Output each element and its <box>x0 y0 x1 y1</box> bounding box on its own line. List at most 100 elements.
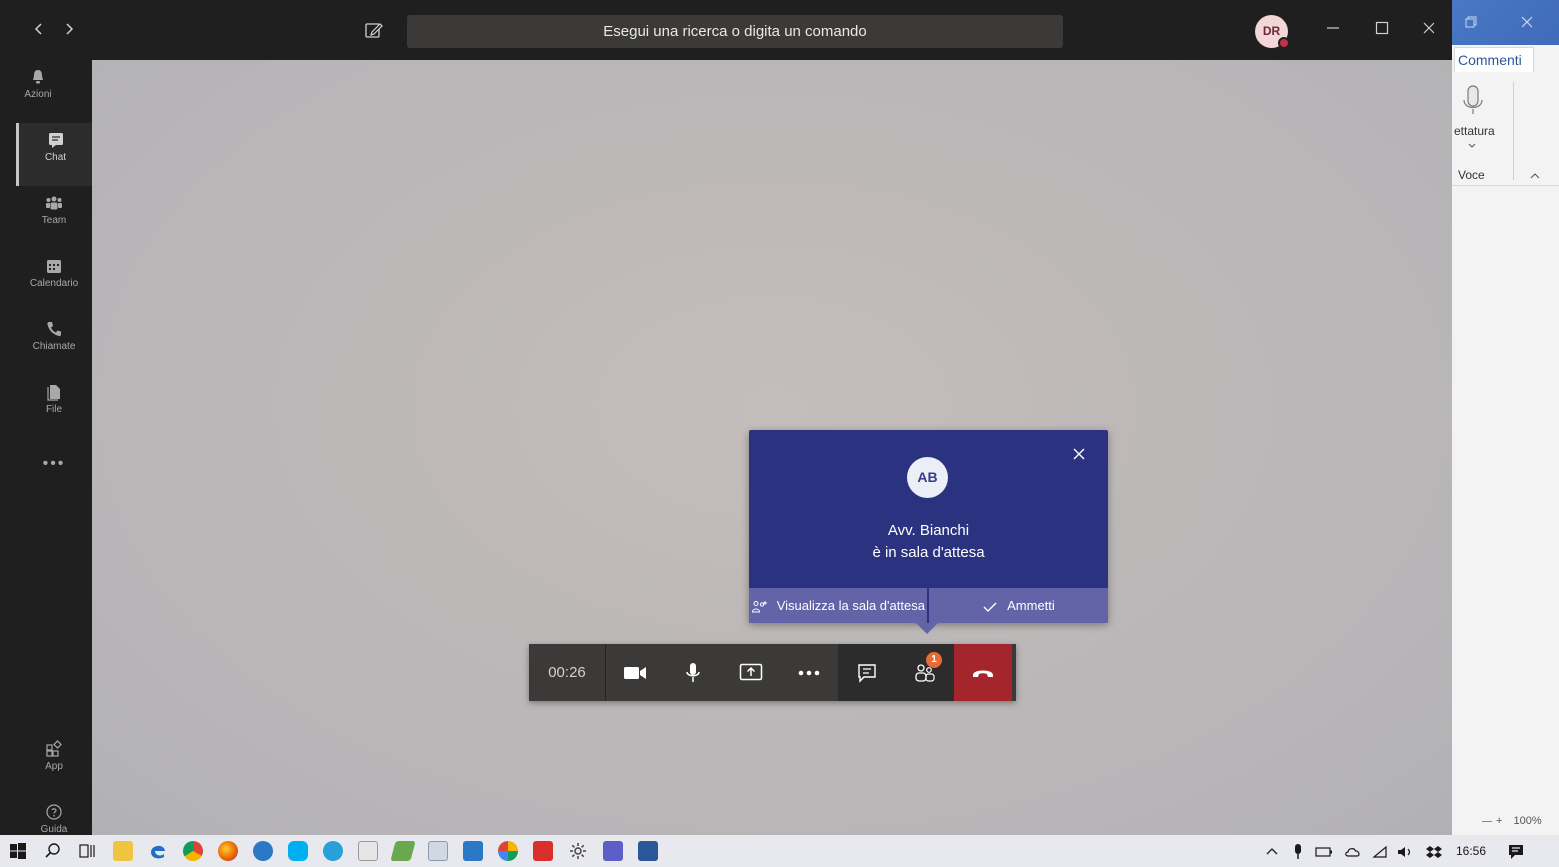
teams-screen: Esegui una ricerca o digita un comando D… <box>0 0 1559 867</box>
rail-item-chat[interactable]: Chat <box>16 123 92 186</box>
word-restore-button[interactable] <box>1460 12 1482 34</box>
rail-item-guida[interactable]: Guida <box>16 795 92 835</box>
chat-bubble-icon <box>858 663 876 683</box>
skype-icon[interactable] <box>288 841 308 861</box>
app-icon-blue[interactable] <box>463 841 483 861</box>
collapse-ribbon-button[interactable] <box>1530 168 1540 182</box>
back-button[interactable] <box>29 22 49 42</box>
zoom-slider-track[interactable] <box>1482 820 1492 822</box>
video-camera-icon <box>624 666 646 679</box>
rail-item-file[interactable]: File <box>16 375 92 438</box>
photos-icon[interactable] <box>498 841 518 861</box>
rail-item-team[interactable]: Team <box>16 186 92 249</box>
firefox-icon[interactable] <box>218 841 238 861</box>
chrome-icon[interactable] <box>183 841 203 861</box>
view-lobby-button[interactable]: Visualizza la sala d'attesa <box>749 588 929 623</box>
battery-icon[interactable] <box>1315 835 1333 867</box>
zoom-in-button[interactable]: + <box>1496 815 1502 827</box>
ribbon-group-label: Voce <box>1458 168 1485 182</box>
maximize-icon <box>1375 21 1389 35</box>
rail-item-label: App <box>45 761 63 772</box>
telegram-icon[interactable] <box>323 841 343 861</box>
admit-label: Ammetti <box>1007 598 1055 613</box>
rail-item-chiamate[interactable]: Chiamate <box>16 312 92 375</box>
status-busy-icon <box>1278 37 1290 49</box>
participant-status: è in sala d'attesa <box>872 544 985 561</box>
search-button[interactable] <box>43 841 63 861</box>
clock[interactable]: 16:56 <box>1456 835 1486 867</box>
onedrive-icon[interactable] <box>1344 835 1362 867</box>
rail-item-calendario[interactable]: Calendario <box>16 249 92 312</box>
rail-item-label: Chiamate <box>32 341 76 352</box>
participants-badge: 1 <box>926 652 942 668</box>
rail-item-label: Team <box>41 215 67 226</box>
notification-icon <box>1509 844 1523 859</box>
start-button[interactable] <box>8 841 28 861</box>
more-apps-button[interactable]: ••• <box>16 455 92 473</box>
camera-button[interactable] <box>606 644 664 701</box>
more-actions-button[interactable] <box>780 644 838 701</box>
volume-icon[interactable] <box>1396 835 1414 867</box>
close-window-button[interactable] <box>1416 18 1442 44</box>
teams-icon[interactable] <box>603 841 623 861</box>
microphone-button[interactable] <box>664 644 722 701</box>
word-window-sliver: Commenti ettatura Voce + 100% <box>1452 0 1559 835</box>
word-close-button[interactable] <box>1516 12 1538 34</box>
dictation-button[interactable] <box>1462 84 1484 116</box>
microphone-tray-icon[interactable] <box>1292 835 1304 867</box>
close-notification-button[interactable] <box>1068 444 1090 466</box>
word-icon[interactable] <box>638 841 658 861</box>
participant-name: Avv. Bianchi <box>887 522 970 539</box>
close-icon <box>1073 448 1085 460</box>
avatar[interactable]: DR <box>1255 15 1290 49</box>
rail-item-label: Calendario <box>29 278 79 289</box>
edge-icon[interactable] <box>148 841 168 861</box>
share-screen-button[interactable] <box>722 644 780 701</box>
rail-item-label: Guida <box>40 824 68 835</box>
conversation-button[interactable] <box>838 644 896 701</box>
ribbon-separator <box>1513 82 1514 180</box>
file-explorer-icon[interactable] <box>113 841 133 861</box>
people-add-icon <box>752 600 768 613</box>
rail-item-app[interactable]: App <box>16 732 92 795</box>
participants-button[interactable]: 1 <box>896 644 954 701</box>
admit-button[interactable]: Ammetti <box>929 588 1108 623</box>
settings-icon[interactable] <box>568 841 588 861</box>
show-hidden-icons-button[interactable] <box>1266 835 1278 867</box>
minimize-button[interactable] <box>1320 18 1346 44</box>
microphone-icon <box>1463 85 1483 114</box>
file-icon <box>47 385 60 401</box>
title-bar: Esegui una ricerca o digita un comando D… <box>0 0 1452 60</box>
call-controls: 00:26 1 <box>529 644 1016 701</box>
action-center-button[interactable] <box>1507 835 1525 867</box>
hang-up-icon <box>973 670 993 677</box>
app-icon-circle-blue[interactable] <box>253 841 273 861</box>
rail-item-azioni[interactable]: Azioni <box>0 60 76 123</box>
view-lobby-label: Visualizza la sala d'attesa <box>776 598 925 613</box>
hang-up-button[interactable] <box>954 644 1012 701</box>
new-chat-button[interactable] <box>364 20 386 42</box>
chevron-up-icon <box>1266 848 1278 855</box>
chevron-right-icon <box>66 23 74 35</box>
maximize-button[interactable] <box>1369 18 1395 44</box>
tab-commenti[interactable]: Commenti <box>1454 47 1534 72</box>
forward-button[interactable] <box>59 22 79 42</box>
document-icon[interactable] <box>428 841 448 861</box>
app-icon-green[interactable] <box>390 841 416 861</box>
search-input[interactable]: Esegui una ricerca o digita un comando <box>407 15 1063 48</box>
chevron-down-icon[interactable] <box>1468 141 1476 152</box>
zoom-level: 100% <box>1513 815 1542 827</box>
more-icon <box>798 670 820 675</box>
lobby-notification: AB Avv. Bianchi è in sala d'attesa Visua… <box>749 430 1108 634</box>
rail-item-label: Azioni <box>24 89 52 100</box>
zoom-control[interactable]: + 100% <box>1482 815 1542 827</box>
task-view-button[interactable] <box>78 841 98 861</box>
app-icon-red[interactable] <box>533 841 553 861</box>
notepad-icon[interactable] <box>358 841 378 861</box>
participant-avatar: AB <box>907 457 948 498</box>
dropbox-icon[interactable] <box>1425 835 1443 867</box>
wifi-icon[interactable] <box>1372 835 1388 867</box>
close-icon <box>1521 16 1533 28</box>
team-icon <box>46 196 62 210</box>
call-timer: 00:26 <box>529 644 606 701</box>
